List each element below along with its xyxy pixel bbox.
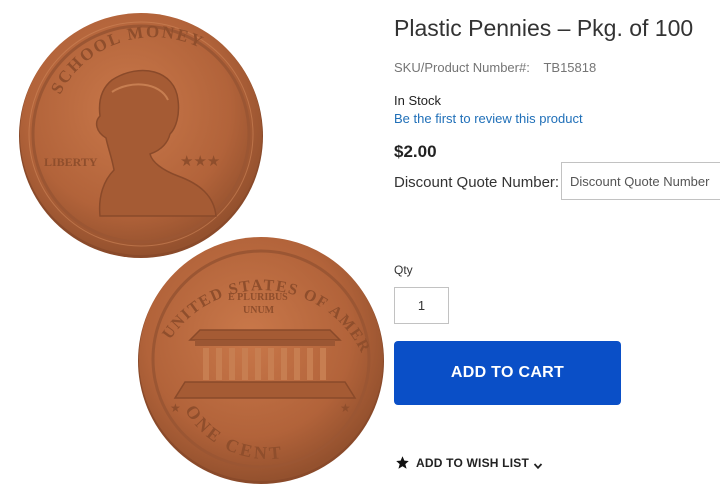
coin-back-motto-line2: UNUM bbox=[243, 305, 275, 316]
star-icon bbox=[395, 455, 410, 470]
product-image[interactable]: SCHOOL MONEY LIBERTY ★★★ UNITED STATES O… bbox=[0, 0, 390, 491]
svg-text:★: ★ bbox=[170, 401, 181, 415]
coin-front: SCHOOL MONEY LIBERTY ★★★ bbox=[19, 13, 263, 258]
stock-status: In Stock bbox=[394, 93, 441, 108]
coin-front-liberty-text: LIBERTY bbox=[44, 155, 98, 169]
discount-quote-label: Discount Quote Number: bbox=[394, 174, 560, 191]
sku-line: SKU/Product Number#: TB15818 bbox=[394, 60, 596, 75]
coin-back-motto-line1: E PLURIBUS bbox=[228, 292, 288, 303]
review-link[interactable]: Be the first to review this product bbox=[394, 111, 583, 126]
add-to-wishlist-button[interactable]: ADD TO WISH LIST bbox=[395, 455, 543, 470]
sku-value: TB15818 bbox=[543, 60, 597, 75]
svg-text:★: ★ bbox=[340, 401, 351, 415]
wishlist-label: ADD TO WISH LIST bbox=[416, 455, 529, 470]
discount-quote-input[interactable] bbox=[561, 162, 720, 200]
qty-input[interactable] bbox=[394, 287, 449, 324]
qty-label: Qty bbox=[394, 263, 413, 277]
product-price: $2.00 bbox=[394, 142, 437, 161]
product-title: Plastic Pennies – Pkg. of 100 bbox=[394, 15, 694, 41]
add-to-cart-button[interactable]: ADD TO CART bbox=[394, 341, 621, 405]
svg-text:★★★: ★★★ bbox=[180, 152, 220, 170]
chevron-down-icon[interactable] bbox=[533, 458, 543, 469]
sku-label: SKU/Product Number#: bbox=[394, 60, 530, 75]
